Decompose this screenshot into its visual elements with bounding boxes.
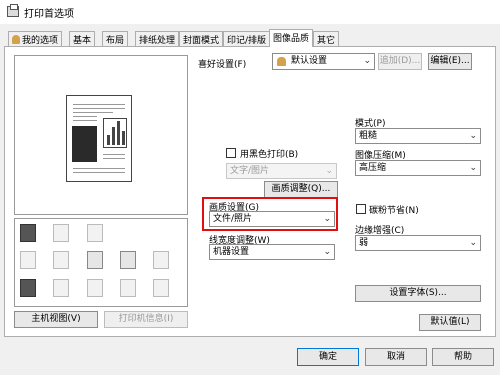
chevron-down-icon: ⌄ [469,163,477,173]
document-preview [66,95,132,182]
font-setting-button[interactable]: 设置字体(S)... [355,285,481,302]
chevron-down-icon: ⌄ [469,238,477,248]
duplex-icon [20,251,36,269]
quality-adjust-button[interactable]: 画质调整(Q)... [264,181,338,198]
grayscale-select[interactable]: 文字/图片 ⌄ [226,163,337,179]
document-icon [20,279,36,297]
favorite-select[interactable]: 默认设置 ⌄ [272,53,375,70]
black-print-checkbox[interactable] [226,148,236,158]
help-button[interactable]: 帮助 [432,348,494,366]
cancel-button[interactable]: 取消 [365,348,427,366]
chevron-down-icon: ⌄ [323,247,331,257]
tab-finishing[interactable]: 排纸处理 [135,31,180,46]
line-width-select[interactable]: 机器设置 ⌄ [209,244,335,260]
add-favorite-button[interactable]: 追加(D)... [378,53,422,70]
multi-page-icon [53,251,69,269]
photo-thumbnail [72,126,97,162]
edit-favorite-button[interactable]: 编辑(E)... [428,53,472,70]
copy-icon [87,224,103,242]
tab-layout[interactable]: 布局 [102,31,129,46]
staple-icon [53,224,69,242]
chart-thumbnail [103,118,127,148]
printer-icon [7,4,19,17]
tab-stamp-layout[interactable]: 印记/排版 [223,31,271,46]
color-icon [120,251,136,269]
compression-select[interactable]: 高压缩 ⌄ [355,160,481,176]
chevron-down-icon: ⌄ [325,166,333,176]
black-print-label: 用黑色打印(B) [240,150,299,160]
toner-save-label: 碳粉节省(N) [369,206,419,216]
tab-basic[interactable]: 基本 [69,31,96,46]
mode-select[interactable]: 粗糙 ⌄ [355,128,481,144]
ok-button[interactable]: 确定 [297,348,359,366]
printer-info-button[interactable]: 打印机信息(I) [104,311,188,328]
edge-select[interactable]: 弱 ⌄ [355,235,481,251]
tab-other[interactable]: 其它 [313,31,340,46]
window-title: 打印首选项 [24,9,74,20]
font-icon [87,251,103,269]
output-icon [153,279,169,297]
user-icon [12,35,20,44]
booklet-icon [153,251,169,269]
title-bar: 打印首选项 [0,0,500,24]
printer-view-button[interactable]: 主机视图(V) [14,311,98,328]
toner-save-checkbox[interactable] [356,204,366,214]
favorite-label: 喜好设置(F) [198,60,247,70]
chevron-down-icon: ⌄ [469,131,477,141]
tab-cover-mode[interactable]: 封面模式 [179,31,224,46]
punch-icon [53,279,69,297]
chevron-down-icon: ⌄ [363,56,371,66]
tray-icon [120,279,136,297]
tab-my-options[interactable]: 我的选项 [8,31,63,46]
highlight-box [202,197,338,231]
print-mode-icon [20,224,36,242]
tab-image-quality[interactable]: 图像品质 [269,29,314,47]
default-button[interactable]: 默认值(L) [419,314,481,331]
user-icon [277,57,286,66]
fold-icon [87,279,103,297]
